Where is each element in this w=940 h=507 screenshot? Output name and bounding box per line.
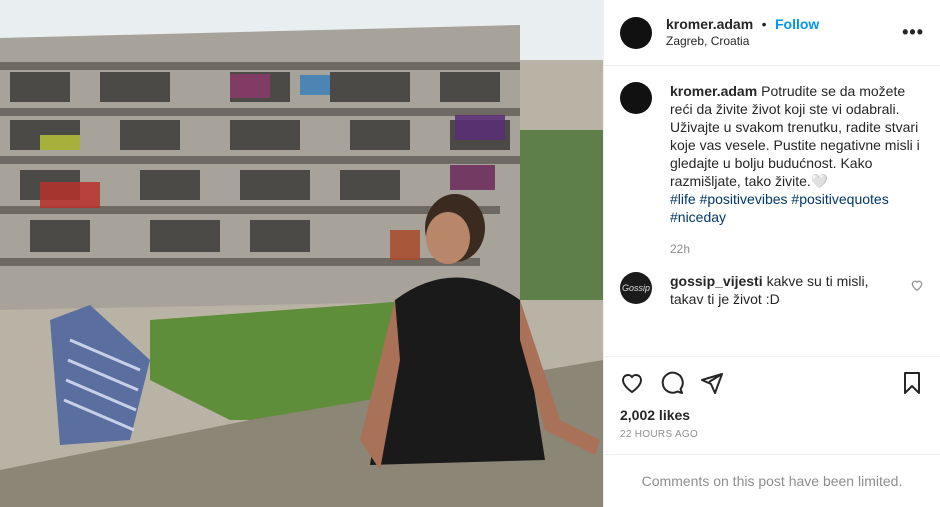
caption-hashtags: #life #positivevibes #positivequotes #ni… [670,190,924,226]
commenter-username[interactable]: gossip_vijesti [670,273,763,289]
hashtag[interactable]: #niceday [670,209,726,225]
post-image [0,0,603,507]
caption: kromer.adam Potrudite se da možete reći d… [620,82,924,258]
author-info: kromer.adam • Follow Zagreb, Croatia [666,16,902,50]
post-header: kromer.adam • Follow Zagreb, Croatia ••• [604,0,940,66]
post-sidebar: kromer.adam • Follow Zagreb, Croatia •••… [603,0,940,507]
post-photo[interactable] [0,0,603,507]
comment-icon[interactable] [660,371,684,395]
instagram-post: kromer.adam • Follow Zagreb, Croatia •••… [0,0,940,507]
hashtag[interactable]: #positivequotes [791,191,888,207]
comment-body: gossip_vijesti kakve su ti misli, takav t… [670,272,902,308]
hashtag[interactable]: #positivevibes [700,191,788,207]
bookmark-icon[interactable] [900,371,924,395]
more-options-icon[interactable]: ••• [902,22,924,43]
post-timestamp[interactable]: 22 HOURS AGO [620,429,924,440]
separator-dot: • [761,15,767,32]
comments-area: kromer.adam Potrudite se da možete reći d… [604,66,940,356]
comments-limited-notice: Comments on this post have been limited. [604,454,940,507]
follow-button[interactable]: Follow [775,16,819,32]
comment-item: Gossip gossip_vijesti kakve su ti misli, … [620,272,924,308]
likes-count[interactable]: 2,002 likes [620,407,924,423]
caption-time[interactable]: 22h [670,240,924,258]
commenter-avatar-text: Gossip [621,283,650,293]
action-icons [620,363,924,403]
caption-username[interactable]: kromer.adam [670,83,757,99]
heart-icon[interactable] [620,371,644,395]
hashtag[interactable]: #life [670,191,696,207]
caption-avatar[interactable] [620,82,652,114]
author-username[interactable]: kromer.adam [666,16,753,32]
caption-body: kromer.adam Potrudite se da možete reći d… [670,82,924,258]
action-bar: 2,002 likes 22 HOURS AGO [604,356,940,454]
commenter-avatar[interactable]: Gossip [620,272,652,304]
author-avatar[interactable] [620,16,652,49]
share-icon[interactable] [700,371,724,395]
comment-like-icon[interactable] [910,278,924,292]
post-location[interactable]: Zagreb, Croatia [666,33,902,50]
